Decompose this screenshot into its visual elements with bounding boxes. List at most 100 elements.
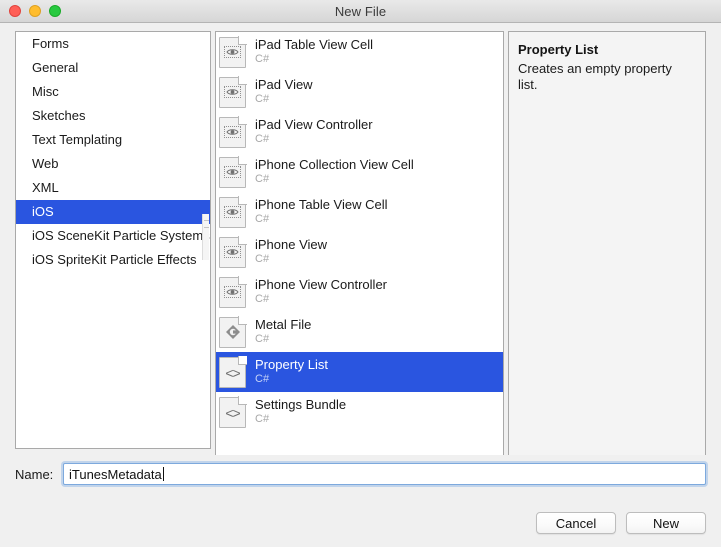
document-glyph [219,197,246,228]
template-subtitle: C# [255,293,270,306]
document-code-icon: <> [219,355,247,388]
close-window-icon[interactable] [9,5,21,17]
window-titlebar: New File [0,0,721,23]
category-item[interactable]: Forms [16,32,210,56]
template-row[interactable]: iPhone View Controller C# [216,272,503,312]
template-name: Property List [255,357,328,373]
window-title: New File [334,3,387,19]
document-eye-icon [219,155,247,188]
name-input-value: iTunesMetadata [69,466,162,482]
template-labels: iPad Table View Cell C# [255,38,373,65]
template-subtitle: C# [255,173,270,186]
category-list-panel: Forms General Misc Sketches Text Templating W… [15,31,211,449]
eye-icon [224,86,241,98]
template-row[interactable]: Metal File C# [216,312,503,352]
angle-brackets-icon: <> [225,364,240,381]
category-item[interactable]: iOS SpriteKit Particle Effects [16,248,210,272]
eye-icon [224,126,241,138]
new-file-dialog: New File Forms General Misc Sketches Text Te… [0,0,721,547]
document-glyph [219,117,246,148]
footer-buttons: Cancel New [536,512,706,534]
template-list-panel: C#iPad Table View CellC#iPad ViewC#iPad … [215,31,504,471]
dialog-footer: Name: iTunesMetadata Cancel New [0,455,721,547]
document-glyph [219,237,246,268]
template-row[interactable]: <> Property List C# [216,352,503,392]
template-subtitle: C# [255,213,270,226]
category-item[interactable]: Misc [16,80,210,104]
template-labels: iPhone Table View Cell C# [255,198,388,225]
eye-icon [224,246,241,258]
template-name: iPad Table View Cell [255,37,374,53]
category-item[interactable]: XML [16,176,210,200]
document-glyph [219,317,246,348]
template-name: Settings Bundle [255,397,347,413]
template-labels: iPhone Collection View Cell C# [255,158,414,185]
document-glyph [219,157,246,188]
template-subtitle: C# [255,333,270,346]
template-row[interactable]: iPad View Controller C# [216,112,503,152]
template-subtitle: C# [255,93,270,106]
new-button[interactable]: New [626,512,706,534]
name-label: Name: [15,466,54,482]
template-labels: iPad View C# [255,78,313,105]
template-row[interactable]: iPad View C# [216,72,503,112]
document-eye-icon [219,235,247,268]
template-list[interactable]: C#iPad Table View CellC#iPad ViewC#iPad … [216,32,503,432]
category-list[interactable]: Forms General Misc Sketches Text Templating W… [16,32,210,448]
description-title: Property List [518,42,599,57]
document-code-icon: <> [219,395,247,428]
window-controls [9,5,61,17]
eye-icon [224,286,241,298]
document-glyph [219,77,246,108]
eye-icon [224,46,241,58]
category-list-scrollbar[interactable] [202,214,209,260]
template-labels: iPad View Controller C# [255,118,373,145]
template-row[interactable]: iPad Table View Cell C# [216,32,503,72]
category-item[interactable]: General [16,56,210,80]
dialog-body: Forms General Misc Sketches Text Templating W… [0,23,721,471]
angle-brackets-icon: <> [225,404,240,421]
maximize-window-icon[interactable] [49,5,61,17]
category-item[interactable]: Web [16,152,210,176]
cancel-button[interactable]: Cancel [536,512,616,534]
description-panel: Property List Creates an empty property … [508,31,706,471]
name-row: Name: iTunesMetadata [15,463,706,485]
category-item[interactable]: Sketches [16,104,210,128]
document-glyph: <> [219,397,246,428]
category-item[interactable]: iOS [16,200,210,224]
document-metal-icon [219,315,247,348]
minimize-window-icon[interactable] [29,5,41,17]
template-row[interactable]: iPhone Collection View Cell C# [216,152,503,192]
metal-diamond-icon [225,325,240,339]
eye-icon [224,166,241,178]
category-item[interactable]: Text Templating [16,128,210,152]
template-labels: Settings Bundle C# [255,398,346,425]
eye-icon [224,206,241,218]
template-name: iPhone Table View Cell [255,197,388,213]
name-input[interactable]: iTunesMetadata [63,463,706,485]
document-eye-icon [219,195,247,228]
template-labels: iPhone View Controller C# [255,278,387,305]
template-subtitle: C# [255,133,270,146]
template-row[interactable]: iPhone View C# [216,232,503,272]
template-subtitle: C# [255,253,270,266]
template-row[interactable]: iPhone Table View Cell C# [216,192,503,232]
template-subtitle: C# [255,413,270,426]
template-labels: Property List C# [255,358,328,385]
document-eye-icon [219,275,247,308]
template-subtitle: C# [255,373,270,386]
template-name: Metal File [255,317,312,333]
description-body: Creates an empty property list. [518,61,672,93]
template-labels: Metal File C# [255,318,311,345]
template-row[interactable]: <> Settings Bundle C# [216,392,503,432]
template-name: iPhone View [255,237,328,253]
template-name: iPad View [255,77,313,93]
category-item[interactable]: iOS SceneKit Particle Systems [16,224,210,248]
template-name: iPhone Collection View Cell [255,157,414,173]
document-glyph [219,277,246,308]
template-labels: iPhone View C# [255,238,327,265]
document-glyph: <> [219,357,246,388]
template-name: iPhone View Controller [255,277,387,293]
document-eye-icon [219,35,247,68]
document-eye-icon [219,115,247,148]
